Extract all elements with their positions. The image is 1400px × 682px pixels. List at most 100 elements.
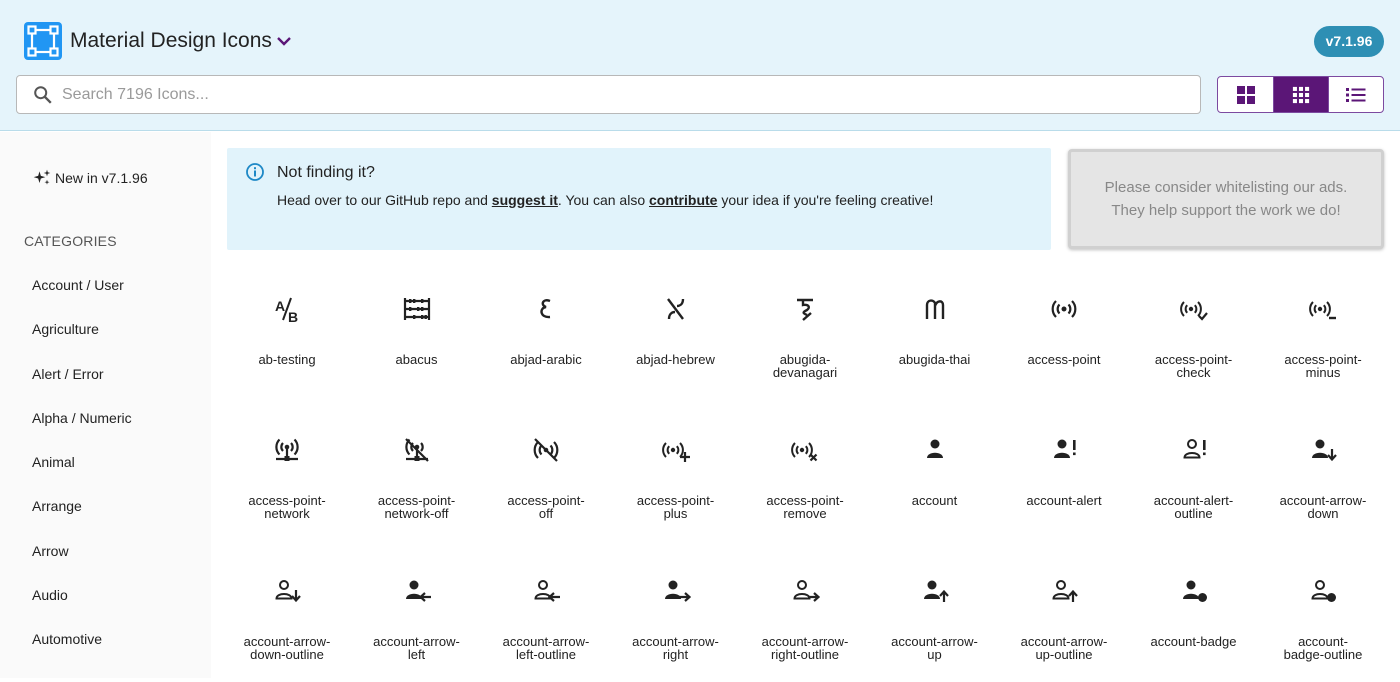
search-input[interactable] bbox=[62, 78, 1182, 111]
icon-tile-account-arrow-right[interactable]: account-arrow-right bbox=[611, 552, 741, 682]
icon-name-label: account-arrow-right-outline bbox=[761, 634, 849, 662]
icon-tile-account-arrow-right-outline[interactable]: account-arrow-right-outline bbox=[740, 552, 870, 682]
category-item[interactable]: Alpha / Numeric bbox=[32, 410, 132, 454]
icon-name-label: abjad-hebrew bbox=[636, 352, 715, 367]
view-small-grid-button[interactable] bbox=[1273, 77, 1328, 112]
search-bar bbox=[16, 75, 1201, 114]
icon-tile-account-arrow-left-outline[interactable]: account-arrow-left-outline bbox=[481, 552, 611, 682]
abugida-devanagari-icon bbox=[790, 294, 820, 324]
abacus-icon bbox=[402, 294, 432, 324]
access-point-remove-icon bbox=[790, 435, 820, 465]
access-point-network-icon bbox=[272, 435, 302, 465]
account-arrow-left-outline-icon bbox=[531, 576, 561, 606]
icon-tile-account-badge-outline[interactable]: account-badge-outline bbox=[1258, 552, 1388, 682]
icon-name-label: abugida-thai bbox=[898, 352, 971, 367]
icon-name-label: access-point-off bbox=[507, 493, 585, 521]
icon-tile-access-point-plus[interactable]: access-point-plus bbox=[611, 411, 741, 541]
icon-name-label: account-arrow-up bbox=[891, 634, 978, 662]
info-text-part: your idea if you're feeling creative! bbox=[717, 192, 934, 208]
access-point-icon bbox=[1049, 294, 1079, 324]
icon-tile-account-arrow-down-outline[interactable]: account-arrow-down-outline bbox=[222, 552, 352, 682]
view-list-button[interactable] bbox=[1328, 77, 1383, 112]
icon-tile-account-arrow-left[interactable]: account-arrow-left bbox=[352, 552, 482, 682]
icon-name-label: account-arrow-down bbox=[1279, 493, 1367, 521]
icon-name-label: account-alert-outline bbox=[1153, 493, 1234, 521]
access-point-off-icon bbox=[531, 435, 561, 465]
category-item[interactable]: Alert / Error bbox=[32, 366, 132, 410]
icon-name-label: access-point-network-off bbox=[377, 493, 456, 521]
icon-name-label: ab-testing bbox=[258, 352, 316, 367]
icon-tile-abjad-hebrew[interactable]: abjad-hebrew bbox=[611, 270, 741, 400]
chevron-down-icon[interactable] bbox=[273, 28, 295, 54]
icon-tile-account[interactable]: account bbox=[870, 411, 1000, 541]
suggest-it-link[interactable]: suggest it bbox=[492, 192, 558, 208]
icon-tile-access-point-off[interactable]: access-point-off bbox=[481, 411, 611, 541]
access-point-minus-icon bbox=[1308, 294, 1338, 324]
svg-text:A: A bbox=[275, 298, 285, 314]
app-logo-icon[interactable] bbox=[24, 22, 62, 60]
icon-name-label: access-point-plus bbox=[636, 493, 715, 521]
app-title[interactable]: Material Design Icons bbox=[70, 29, 272, 53]
icon-name-label: account-arrow-down-outline bbox=[243, 634, 331, 662]
view-large-grid-button[interactable] bbox=[1218, 77, 1273, 112]
icon-name-label: access-point bbox=[1027, 352, 1101, 367]
icon-tile-access-point-network-off[interactable]: access-point-network-off bbox=[352, 411, 482, 541]
category-item[interactable]: Account / User bbox=[32, 277, 132, 321]
sidebar: New in v7.1.96 CATEGORIES Account / User… bbox=[0, 132, 211, 678]
contribute-link[interactable]: contribute bbox=[649, 192, 717, 208]
icon-tile-abugida-devanagari[interactable]: abugida-devanagari bbox=[740, 270, 870, 400]
icon-tile-account-alert[interactable]: account-alert bbox=[999, 411, 1129, 541]
category-item[interactable]: Arrow bbox=[32, 543, 132, 587]
view-small-grid-icon bbox=[1292, 86, 1310, 103]
category-item[interactable]: Audio bbox=[32, 587, 132, 631]
icon-name-label: account-arrow-left-outline bbox=[502, 634, 590, 662]
icon-name-label: account-badge-outline bbox=[1283, 634, 1363, 662]
access-point-plus-icon bbox=[661, 435, 691, 465]
icon-name-label: access-point-check bbox=[1154, 352, 1233, 380]
account-arrow-right-outline-icon bbox=[790, 576, 821, 606]
info-banner: Not finding it? Head over to our GitHub … bbox=[227, 148, 1051, 250]
icon-tile-account-badge[interactable]: account-badge bbox=[1129, 552, 1259, 682]
category-item[interactable]: Agriculture bbox=[32, 321, 132, 365]
new-in-version-link[interactable]: New in v7.1.96 bbox=[32, 168, 148, 188]
account-badge-outline-icon bbox=[1308, 576, 1338, 606]
category-item[interactable]: Arrange bbox=[32, 498, 132, 542]
icon-tile-abjad-arabic[interactable]: abjad-arabic bbox=[481, 270, 611, 400]
icon-tile-account-arrow-up-outline[interactable]: account-arrow-up-outline bbox=[999, 552, 1129, 682]
account-badge-icon bbox=[1179, 576, 1209, 606]
icon-tile-access-point-network[interactable]: access-point-network bbox=[222, 411, 352, 541]
icon-tile-access-point-remove[interactable]: access-point-remove bbox=[740, 411, 870, 541]
account-icon bbox=[920, 435, 950, 465]
icon-name-label: access-point-remove bbox=[766, 493, 844, 521]
account-arrow-right-icon bbox=[661, 576, 691, 606]
access-point-network-off-icon bbox=[402, 435, 432, 465]
icon-tile-access-point[interactable]: access-point bbox=[999, 270, 1129, 400]
creation-sparkle-icon bbox=[33, 169, 51, 185]
category-item[interactable]: Animal bbox=[32, 454, 132, 498]
info-text-part: . You can also bbox=[557, 192, 649, 208]
icon-tile-access-point-check[interactable]: access-point-check bbox=[1129, 270, 1259, 400]
account-arrow-up-outline-icon bbox=[1049, 576, 1079, 606]
icon-name-label: abjad-arabic bbox=[510, 352, 582, 367]
icon-name-label: abacus bbox=[395, 352, 438, 367]
icon-tile-abugida-thai[interactable]: abugida-thai bbox=[870, 270, 1000, 400]
ad-placeholder: Please consider whitelisting our ads. Th… bbox=[1068, 149, 1384, 249]
account-arrow-up-icon bbox=[920, 576, 950, 606]
icon-tile-account-arrow-up[interactable]: account-arrow-up bbox=[870, 552, 1000, 682]
icon-tile-account-arrow-down[interactable]: account-arrow-down bbox=[1258, 411, 1388, 541]
svg-text:B: B bbox=[288, 309, 298, 324]
ad-text-line: Please consider whitelisting our ads. bbox=[1104, 179, 1348, 196]
icon-tile-ab-testing[interactable]: A Bab-testing bbox=[222, 270, 352, 400]
icon-tile-access-point-minus[interactable]: access-point-minus bbox=[1258, 270, 1388, 400]
view-large-grid-icon bbox=[1236, 85, 1255, 104]
version-badge[interactable]: v7.1.96 bbox=[1314, 26, 1384, 57]
icon-tile-account-alert-outline[interactable]: account-alert-outline bbox=[1129, 411, 1259, 541]
access-point-check-icon bbox=[1179, 294, 1209, 324]
category-item[interactable]: Automotive bbox=[32, 631, 132, 675]
ab-testing-icon: AB bbox=[272, 294, 302, 325]
search-icon bbox=[32, 84, 54, 106]
icon-name-label: account-arrow-left bbox=[373, 634, 460, 662]
icon-tile-abacus[interactable]: abacus bbox=[352, 270, 482, 400]
icon-name-label: access-point-network bbox=[248, 493, 326, 521]
account-alert-icon bbox=[1049, 435, 1079, 465]
